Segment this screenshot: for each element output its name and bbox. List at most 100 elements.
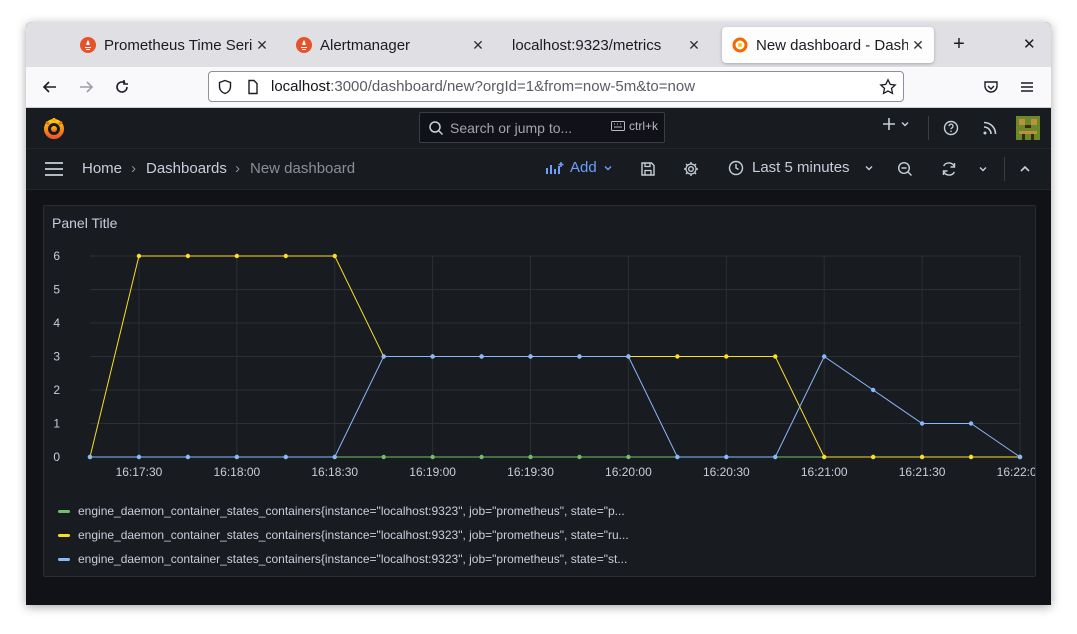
data-point (528, 454, 533, 460)
grafana-logo-icon[interactable] (42, 116, 66, 140)
search-placeholder: Search or jump to... (450, 119, 573, 136)
breadcrumb-separator: › (131, 160, 136, 177)
legend-swatch-yellow (58, 533, 70, 537)
time-range-label: Last 5 minutes (752, 159, 850, 176)
data-point (870, 454, 876, 460)
shield-icon[interactable] (217, 79, 233, 95)
tab-prometheus[interactable]: Prometheus Time Series ✕ (70, 27, 278, 63)
panel-title[interactable]: Panel Title (52, 215, 117, 231)
x-tick-label: 16:20:30 (703, 465, 750, 479)
pocket-button[interactable] (979, 75, 1003, 99)
close-icon[interactable]: ✕ (684, 37, 704, 54)
prometheus-icon (80, 37, 96, 53)
y-tick-label: 0 (53, 450, 60, 464)
x-tick-label: 16:21:00 (801, 465, 848, 479)
avatar[interactable] (1016, 116, 1040, 140)
dashboard-toolbar: Home › Dashboards › New dashboard Add La… (26, 149, 1051, 190)
back-button[interactable] (38, 75, 62, 99)
data-point (919, 454, 925, 460)
tab-new-dashboard[interactable]: New dashboard - Dashboards ✕ (722, 27, 934, 63)
legend-item[interactable]: engine_daemon_container_states_container… (58, 552, 627, 566)
time-series-panel[interactable]: Panel Title 0 1 2 3 4 5 6 16:17:30 16:18:00 16:18… (43, 205, 1036, 577)
arrow-right-icon (80, 81, 94, 93)
x-tick-label: 16:18:00 (213, 465, 260, 479)
series-line (90, 355, 1021, 458)
search-icon (429, 120, 444, 135)
tab-alertmanager[interactable]: Alertmanager ✕ (286, 27, 494, 63)
line-chart[interactable]: 0 1 2 3 4 5 6 16:17:30 16:18:00 16:18:30 16:19:00 1… (44, 246, 1035, 546)
breadcrumb-current: New dashboard (250, 160, 356, 177)
rss-icon[interactable] (982, 120, 998, 136)
data-point (479, 454, 484, 460)
data-point (675, 454, 680, 460)
window-close-button[interactable]: ✕ (1023, 35, 1036, 53)
legend-item[interactable]: engine_daemon_container_states_container… (58, 528, 629, 542)
chevron-up-icon[interactable] (1019, 164, 1031, 174)
divider (928, 116, 929, 140)
add-button[interactable]: Add (546, 159, 613, 176)
help-icon[interactable] (943, 120, 959, 136)
data-point (870, 387, 876, 393)
data-point (919, 421, 925, 426)
new-button[interactable] (882, 117, 910, 131)
save-icon[interactable] (640, 161, 656, 177)
close-icon[interactable]: ✕ (252, 37, 272, 54)
data-point (724, 454, 729, 460)
data-point (724, 354, 729, 359)
chevron-down-icon (901, 122, 909, 127)
close-icon[interactable]: ✕ (908, 37, 928, 54)
browser-window: Prometheus Time Series ✕ Alertmanager ✕ … (26, 22, 1051, 605)
grafana-icon (732, 37, 748, 53)
zoom-out-icon[interactable] (897, 161, 913, 177)
add-panel-icon (546, 161, 564, 174)
data-point (283, 253, 288, 259)
forward-button[interactable] (74, 75, 98, 99)
url-bar[interactable]: localhost:3000/dashboard/new?orgId=1&fro… (208, 71, 904, 102)
data-point (185, 454, 191, 460)
new-tab-button[interactable]: + (948, 34, 970, 54)
data-point (381, 454, 386, 460)
menu-icon[interactable] (44, 161, 64, 177)
arrow-left-icon (42, 81, 56, 93)
refresh-icon[interactable] (941, 161, 957, 177)
page-icon[interactable] (245, 79, 261, 95)
legend-swatch-blue (58, 557, 70, 561)
plus-icon (883, 118, 895, 130)
chevron-down-icon (865, 165, 873, 170)
data-point (968, 421, 974, 426)
star-icon[interactable] (879, 78, 897, 96)
x-tick-label: 16:19:30 (507, 465, 554, 479)
data-point (577, 354, 582, 359)
data-point (136, 454, 142, 460)
url-host: localhost (271, 78, 331, 95)
shortcut-label: ctrl+k (628, 119, 658, 133)
search-input[interactable]: Search or jump to... ctrl+k (419, 112, 665, 143)
add-label: Add (570, 159, 597, 176)
x-tick-label: 16:17:30 (116, 465, 163, 479)
reload-button[interactable] (110, 75, 134, 99)
keyboard-icon (610, 121, 625, 131)
data-point (968, 454, 974, 460)
data-point (773, 454, 778, 460)
menu-button[interactable] (1015, 75, 1039, 99)
data-point (626, 354, 631, 359)
hamburger-icon (1021, 82, 1033, 92)
settings-gear-icon[interactable] (683, 161, 699, 177)
breadcrumb-home[interactable]: Home (82, 160, 122, 177)
legend-label: engine_daemon_container_states_container… (78, 528, 629, 542)
legend-item[interactable]: engine_daemon_container_states_container… (58, 504, 625, 518)
time-picker-button[interactable]: Last 5 minutes (728, 159, 874, 176)
y-tick-label: 4 (53, 316, 60, 330)
tab-metrics[interactable]: localhost:9323/metrics ✕ (502, 27, 710, 63)
chevron-down-icon[interactable] (978, 164, 988, 174)
y-tick-label: 6 (53, 249, 60, 263)
tab-label: localhost:9323/metrics (512, 36, 662, 54)
legend-swatch-green (58, 509, 70, 513)
close-icon[interactable]: ✕ (468, 37, 488, 54)
breadcrumb-dashboards[interactable]: Dashboards (146, 160, 227, 177)
pocket-icon (984, 81, 998, 93)
y-tick-label: 1 (53, 417, 60, 431)
reload-icon (116, 80, 128, 93)
data-point (577, 454, 582, 460)
data-point (136, 253, 142, 259)
